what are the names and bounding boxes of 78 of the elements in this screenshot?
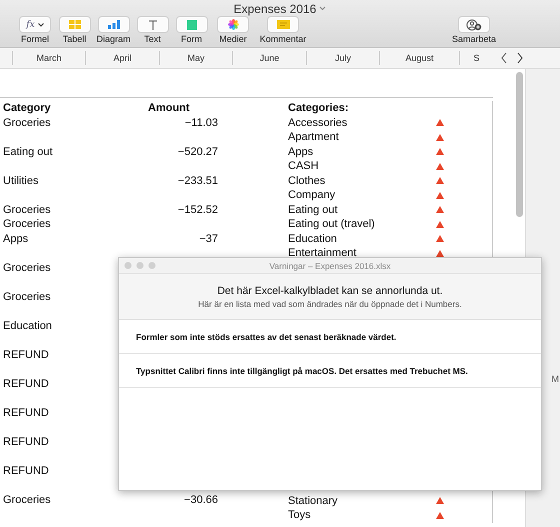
table-cell-text: Eating out (travel) [288,218,376,230]
collaborate-tool-button[interactable] [458,16,490,33]
table-cell: REFUND [3,348,49,362]
tool-label: Formel [20,34,49,44]
chevron-down-icon[interactable] [319,6,326,11]
window-title: Expenses 2016 [234,2,316,16]
table-cell-text: Apps [288,146,314,158]
sheet-tab[interactable]: August [379,51,459,65]
table-cell-text: Apartment [288,131,340,144]
table-cell-text: CASH [288,160,320,172]
chart-tool-button[interactable] [98,16,130,33]
table-icon [68,20,80,29]
table-cell-text: Company [288,189,336,202]
table-cell: Groceries [3,492,51,507]
square-icon [186,20,196,30]
tool-label: Samarbeta [452,34,496,44]
tool-label: Medier [219,34,247,44]
warning-text: Formler som inte stöds ersattes av det senast beräknade värdet. [136,332,396,342]
text-icon [148,20,158,30]
caret-icon [38,22,44,26]
table-cell: Groceries [3,217,51,232]
person-add-icon [466,18,482,30]
table-cell: Apps [3,232,28,246]
column-header: Categories: [288,102,350,114]
dialog-subheading: Här är en lista med vad som ändrades när du öppnade det i Numbers. [198,298,462,308]
tool-label: Kommentar [260,34,306,44]
table-cell-text: Clothes [288,174,326,187]
table-cell: −37 [199,232,218,246]
table-cell: −233.51 [178,174,218,188]
sheet-tab[interactable]: July [306,51,379,65]
column-header: Amount [148,101,190,116]
sheet-tab[interactable]: May [159,51,232,65]
column-header: Category [3,101,51,116]
comment-tool-button[interactable] [267,16,299,33]
shape-tool-button[interactable] [176,16,208,33]
table-cell-text: Eating out [288,204,339,216]
table-cell: −11.03 [184,116,218,130]
table-cell: REFUND [3,464,49,478]
table-cell-text: Stationary [288,494,339,507]
tool-label: Form [181,34,202,44]
bar-chart-icon [108,20,120,29]
table-cell: −30.66 [184,492,218,507]
table-cell: Eating out [3,144,53,159]
table-cell: −152.52 [178,202,218,217]
side-label: M [552,374,559,384]
table-cell-text: Toys [288,509,312,522]
sheet-tab[interactable]: S [459,51,493,65]
comment-icon [276,20,290,29]
table-cell: Groceries [3,260,51,275]
table-cell-text: Accessories [288,116,348,129]
table-cell: Education [3,318,52,333]
media-tool-button[interactable] [217,16,249,33]
formula-icon: fx [26,20,35,30]
tool-label: Diagram [96,34,130,44]
scrollbar-thumb[interactable] [516,72,522,217]
tool-label: Text [144,34,161,44]
formula-tool-button[interactable]: fx [19,16,51,33]
table-cell-text: Entertainment [288,247,358,260]
tool-label: Tabell [62,34,86,44]
table-cell: REFUND [3,434,49,449]
chevron-right-icon[interactable] [515,51,525,65]
table-cell: REFUND [3,376,49,391]
table-cell: Utilities [3,174,38,188]
table-cell: −520.27 [178,144,218,159]
chevron-left-icon[interactable] [499,51,509,65]
flower-icon [228,19,238,30]
table-cell: REFUND [3,406,49,420]
table-cell: Groceries [3,202,51,217]
sheet-tab[interactable]: April [85,51,159,65]
table-cell: Groceries [3,116,51,130]
dialog-heading: Det här Excel-kalkylbladet kan se annorlunda ut. [217,284,443,296]
sheet-tab[interactable]: June [232,51,306,65]
text-tool-button[interactable] [136,16,168,33]
dialog-title: Varningar – Expenses 2016.xlsx [269,260,391,270]
table-cell-text: Education [288,232,338,245]
table-cell: Groceries [3,290,51,304]
sheet-tab[interactable]: March [12,51,85,65]
warning-text: Typsnittet Calibri finns inte tillgängligt på macOS. Det ersattes med Trebuchet MS. [136,366,468,376]
